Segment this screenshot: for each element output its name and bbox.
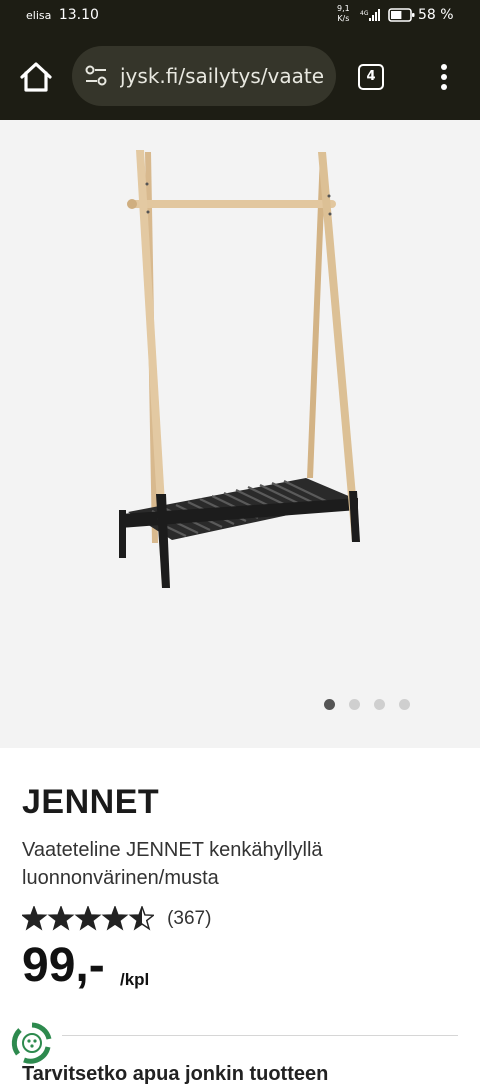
- net-speed: 9,1 K/s: [337, 4, 350, 24]
- carrier-name: elisa: [26, 9, 52, 22]
- star-icon: [74, 904, 102, 931]
- star-rating: [20, 904, 156, 931]
- star-icon: [128, 904, 156, 931]
- rating[interactable]: (367): [20, 904, 211, 932]
- section-divider: [62, 1035, 458, 1036]
- carousel-dots[interactable]: [324, 699, 424, 711]
- tab-switcher-button[interactable]: 4: [358, 64, 384, 90]
- front-right-foot: [349, 491, 360, 542]
- carousel-dot[interactable]: [399, 699, 410, 710]
- network-type: 4G: [360, 10, 369, 17]
- bolt: [146, 210, 150, 214]
- back-left-foot: [119, 510, 126, 558]
- bolt: [327, 194, 331, 198]
- address-bar[interactable]: jysk.fi/sailytys/vaate: [72, 46, 336, 106]
- price-unit: /kpl: [120, 970, 150, 989]
- url-text[interactable]: jysk.fi/sailytys/vaate: [120, 64, 330, 88]
- product-title: JENNET: [22, 783, 160, 821]
- carousel-dot[interactable]: [374, 699, 385, 710]
- hanging-rail: [130, 200, 336, 208]
- product-image: [119, 150, 360, 588]
- carousel-dot[interactable]: [324, 699, 335, 710]
- signal-icon: 4G: [360, 9, 380, 21]
- star-icon: [101, 904, 129, 931]
- product-description: Vaateteline JENNET kenkähyllyllä luonnon…: [22, 839, 323, 889]
- front-right-leg: [318, 152, 360, 542]
- price: 99,-: [22, 939, 105, 992]
- tune-icon[interactable]: [84, 65, 108, 87]
- bolt: [328, 212, 332, 216]
- net-speed-unit: K/s: [337, 14, 350, 23]
- home-icon[interactable]: [18, 60, 54, 94]
- recycle-icon[interactable]: [10, 1021, 54, 1065]
- product-gallery[interactable]: [0, 120, 480, 748]
- carousel-dot[interactable]: [349, 699, 360, 710]
- status-left: elisa 13.10: [26, 7, 99, 23]
- rail-end-cap: [127, 199, 137, 209]
- bolt: [145, 182, 149, 186]
- battery-percent: 58 %: [418, 7, 454, 23]
- star-icon: [47, 904, 75, 931]
- star-icon: [20, 904, 48, 931]
- battery-icon: [388, 8, 415, 22]
- more-vert-icon[interactable]: [434, 62, 454, 92]
- clock: 13.10: [58, 7, 99, 23]
- status-bar: elisa 13.10 9,1 K/s 4G 58 %: [0, 0, 480, 32]
- browser-toolbar: jysk.fi/sailytys/vaate 4: [0, 32, 480, 120]
- review-count[interactable]: (367): [167, 908, 211, 929]
- net-speed-value: 9,1: [337, 4, 350, 13]
